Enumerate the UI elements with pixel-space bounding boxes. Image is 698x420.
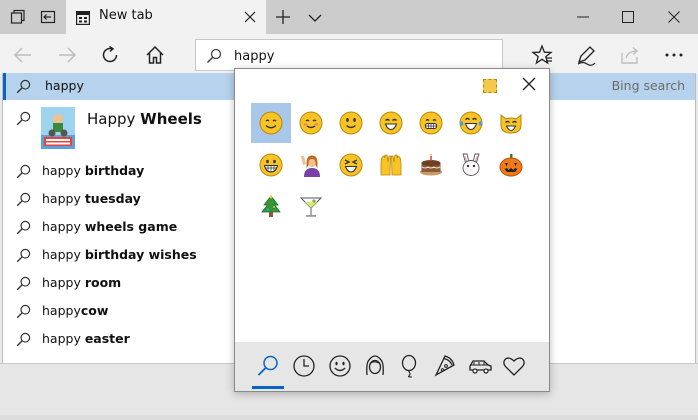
suggestion-text: happy room — [42, 275, 122, 290]
search-icon — [16, 332, 31, 347]
tab-title: New tab — [99, 8, 153, 23]
suggestion-item[interactable]: happy birthday wishes — [3, 242, 235, 270]
favorites-star-icon[interactable] — [531, 44, 553, 66]
suggestion-rich-title: Happy Wheels — [87, 110, 202, 128]
address-input[interactable] — [234, 46, 484, 66]
jack-o-lantern-emoji[interactable] — [491, 145, 531, 185]
tab-actions-icon[interactable] — [10, 9, 26, 25]
suggestion-item[interactable]: happy wheels game — [3, 214, 235, 242]
smiley-icon[interactable] — [328, 354, 352, 378]
active-category-underline — [252, 386, 284, 389]
suggestion-item[interactable]: happy tuesday — [3, 186, 235, 214]
clock-icon[interactable] — [292, 354, 316, 378]
suggestion-rich-result[interactable]: Happy Wheels — [3, 103, 235, 155]
search-icon — [16, 164, 31, 179]
maximize-button[interactable] — [605, 0, 651, 34]
woman-raising-hand-emoji[interactable] — [291, 145, 331, 185]
face-tears-of-joy-emoji[interactable] — [451, 103, 491, 143]
cat-grinning-emoji[interactable] — [491, 103, 531, 143]
suggestion-text: happy easter — [42, 331, 130, 346]
title-bar: New tab — [0, 0, 698, 34]
suggestion-item[interactable]: happy birthday — [3, 158, 235, 186]
search-icon — [16, 192, 31, 207]
bing-search-label: Bing search — [611, 78, 685, 93]
search-icon — [16, 220, 31, 235]
search-icon — [16, 304, 31, 319]
balloon-icon[interactable] — [398, 354, 422, 378]
pen-icon[interactable] — [575, 44, 597, 66]
suggestion-text: happycow — [42, 303, 109, 318]
address-bar[interactable] — [195, 39, 503, 71]
christmas-tree-emoji[interactable] — [251, 187, 291, 227]
pizza-icon[interactable] — [433, 354, 457, 378]
raising-hands-emoji[interactable] — [371, 145, 411, 185]
search-icon — [16, 276, 31, 291]
search-icon — [16, 111, 31, 126]
share-icon[interactable] — [619, 44, 641, 66]
new-tab-plus-icon[interactable] — [275, 9, 291, 25]
new-tab-page-icon — [76, 10, 91, 26]
suggestion-text: happy tuesday — [42, 191, 141, 206]
panel-mode-icon[interactable] — [483, 79, 497, 93]
home-icon[interactable] — [144, 44, 166, 66]
grinning-teeth-emoji[interactable] — [251, 145, 291, 185]
search-icon — [16, 79, 31, 94]
rabbit-emoji[interactable] — [451, 145, 491, 185]
minimize-button[interactable] — [560, 0, 606, 34]
forward-arrow-icon[interactable] — [56, 44, 78, 66]
chevron-down-icon[interactable] — [307, 10, 323, 24]
grinning-face-emoji[interactable] — [411, 103, 451, 143]
emoji-panel — [234, 68, 550, 392]
search-icon — [16, 248, 31, 263]
back-arrow-icon[interactable] — [12, 44, 34, 66]
smiling-face-closed-eyes-emoji[interactable] — [371, 103, 411, 143]
suggestion-item[interactable]: happy room — [3, 270, 235, 298]
close-icon[interactable] — [521, 76, 537, 92]
smiling-face-emoji[interactable] — [251, 103, 291, 143]
refresh-icon[interactable] — [99, 44, 121, 66]
suggestion-text: happy birthday — [42, 163, 145, 178]
suggestion-item[interactable]: happycow — [3, 298, 235, 326]
search-icon — [206, 48, 222, 64]
taskbar-edge — [0, 415, 698, 420]
emoji-category-bar — [235, 342, 549, 391]
set-aside-tabs-icon[interactable] — [40, 9, 56, 25]
cocktail-glass-emoji[interactable] — [291, 187, 331, 227]
more-options-icon[interactable] — [663, 44, 685, 66]
squinting-face-emoji[interactable] — [331, 145, 371, 185]
birthday-cake-emoji[interactable] — [411, 145, 451, 185]
suggestion-item[interactable]: happy easter — [3, 326, 235, 354]
happy-wheels-thumbnail — [41, 107, 75, 149]
search-icon[interactable] — [256, 354, 280, 378]
suggestion-text: happy wheels game — [42, 219, 178, 234]
suggestion-text: happy birthday wishes — [42, 247, 197, 262]
close-window-button[interactable] — [651, 0, 697, 34]
slightly-smiling-face-emoji[interactable] — [331, 103, 371, 143]
tab-new-tab[interactable]: New tab — [66, 0, 266, 34]
heart-icon[interactable] — [502, 354, 526, 378]
car-icon[interactable] — [468, 354, 492, 378]
smiling-face-blush-emoji[interactable] — [291, 103, 331, 143]
people-icon[interactable] — [363, 354, 387, 378]
suggestion-query-text: happy — [45, 78, 84, 93]
close-tab-icon[interactable] — [242, 9, 258, 25]
